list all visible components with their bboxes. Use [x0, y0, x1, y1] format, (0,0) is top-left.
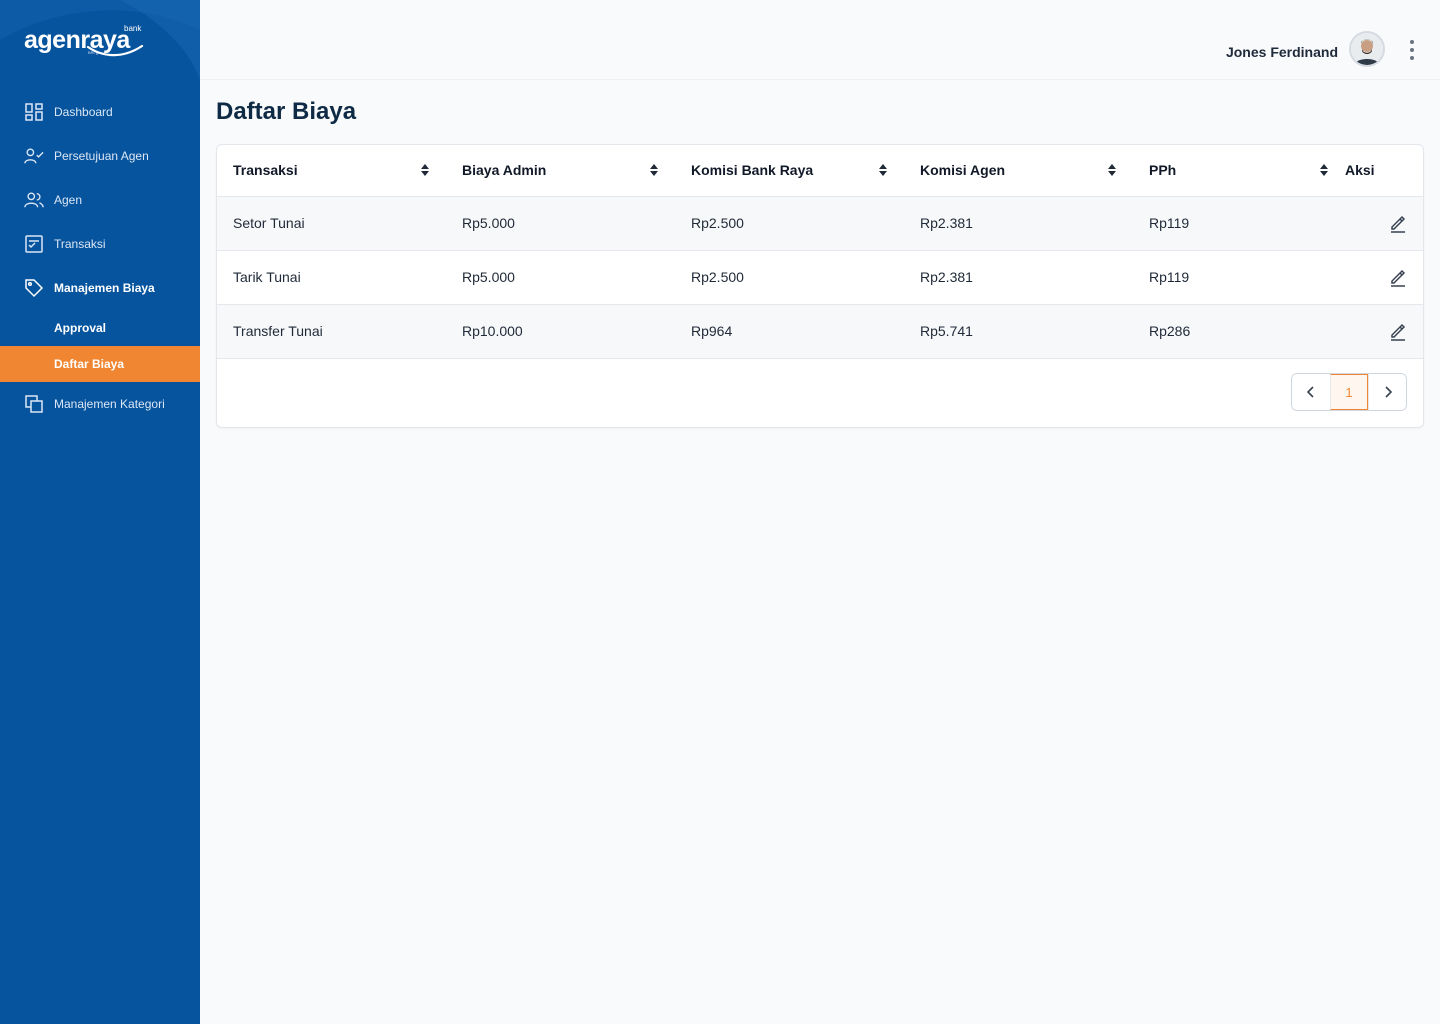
- cell-aksi: [1345, 196, 1423, 251]
- page-title: Daftar Biaya: [216, 98, 357, 125]
- more-options-icon[interactable]: [1400, 36, 1424, 64]
- user-avatar-icon: [1351, 33, 1383, 65]
- cell-komisi-bank-raya: Rp2.500: [675, 250, 904, 305]
- cell-pph: Rp286: [1133, 304, 1345, 359]
- sidebar-item-dashboard[interactable]: Dashboard: [0, 94, 200, 130]
- brand-logo[interactable]: agenraya bank BRI group: [24, 24, 154, 66]
- cell-komisi-bank-raya: Rp2.500: [675, 196, 904, 251]
- cell-biaya-admin: Rp5.000: [446, 250, 675, 305]
- tag-icon: [24, 278, 44, 298]
- table-row: Setor Tunai Rp5.000 Rp2.500 Rp2.381 Rp11…: [217, 196, 1423, 251]
- avatar[interactable]: [1349, 31, 1385, 67]
- sidebar-item-persetujuan-agen[interactable]: Persetujuan Agen: [0, 138, 200, 174]
- cell-pph: Rp119: [1133, 250, 1345, 305]
- fee-table-card: Transaksi Biaya Admin Komisi Bank Raya K…: [216, 144, 1424, 428]
- prev-page-button[interactable]: [1292, 374, 1330, 410]
- cell-komisi-bank-raya: Rp964: [675, 304, 904, 359]
- column-header-transaksi[interactable]: Transaksi: [217, 145, 446, 197]
- user-check-icon: [24, 146, 44, 166]
- dashboard-icon: [24, 102, 44, 122]
- sidebar-item-manajemen-biaya[interactable]: Manajemen Biaya: [0, 270, 200, 306]
- brand-tag: bank: [124, 24, 142, 33]
- column-header-biaya-admin[interactable]: Biaya Admin: [446, 145, 675, 197]
- column-header-komisi-agen[interactable]: Komisi Agen: [904, 145, 1133, 197]
- column-header-aksi: Aksi: [1345, 145, 1423, 197]
- cell-aksi: [1345, 250, 1423, 305]
- cell-transaksi: Tarik Tunai: [217, 250, 446, 305]
- pagination: 1: [1291, 373, 1407, 411]
- column-header-pph[interactable]: PPh: [1133, 145, 1345, 197]
- edit-icon[interactable]: [1386, 265, 1410, 289]
- sidebar-item-label: Daftar Biaya: [54, 357, 125, 371]
- edit-icon[interactable]: [1386, 319, 1410, 343]
- table-header-row: Transaksi Biaya Admin Komisi Bank Raya K…: [217, 145, 1423, 197]
- sidebar-item-label: Transaksi: [54, 237, 106, 251]
- cell-biaya-admin: Rp10.000: [446, 304, 675, 359]
- sidebar-subitem-daftar-biaya[interactable]: Daftar Biaya: [4, 346, 200, 382]
- cell-komisi-agen: Rp5.741: [904, 304, 1133, 359]
- page-number-button[interactable]: 1: [1330, 374, 1368, 410]
- receipt-icon: [24, 234, 44, 254]
- table-row: Transfer Tunai Rp10.000 Rp964 Rp5.741 Rp…: [217, 304, 1423, 359]
- sidebar: agenraya bank BRI group Dashboard Perset…: [0, 0, 200, 1024]
- copy-icon: [24, 394, 44, 414]
- user-name: Jones Ferdinand: [1225, 44, 1338, 60]
- sidebar-item-label: Approval: [54, 321, 107, 335]
- users-icon: [24, 190, 44, 210]
- cell-transaksi: Transfer Tunai: [217, 304, 446, 359]
- cell-komisi-agen: Rp2.381: [904, 250, 1133, 305]
- sidebar-item-label: Manajemen Kategori: [54, 397, 165, 411]
- fee-table: Transaksi Biaya Admin Komisi Bank Raya K…: [217, 145, 1423, 359]
- top-header: Jones Ferdinand: [200, 0, 1440, 80]
- sort-icon[interactable]: [1107, 163, 1117, 177]
- sidebar-item-transaksi[interactable]: Transaksi: [0, 226, 200, 262]
- cell-komisi-agen: Rp2.381: [904, 196, 1133, 251]
- sort-icon[interactable]: [878, 163, 888, 177]
- next-page-button[interactable]: [1368, 374, 1406, 410]
- sort-icon[interactable]: [649, 163, 659, 177]
- column-header-komisi-bank-raya[interactable]: Komisi Bank Raya: [675, 145, 904, 197]
- sidebar-item-agen[interactable]: Agen: [0, 182, 200, 218]
- sidebar-subitem-approval[interactable]: Approval: [0, 310, 200, 346]
- cell-transaksi: Setor Tunai: [217, 196, 446, 251]
- sidebar-item-label: Persetujuan Agen: [54, 149, 149, 163]
- sort-icon[interactable]: [420, 163, 430, 177]
- cell-aksi: [1345, 304, 1423, 359]
- chevron-left-icon: [1306, 386, 1314, 398]
- smile-logo-icon: [86, 44, 144, 57]
- table-row: Tarik Tunai Rp5.000 Rp2.500 Rp2.381 Rp11…: [217, 250, 1423, 305]
- sidebar-item-label: Manajemen Biaya: [54, 281, 155, 295]
- sidebar-item-label: Agen: [54, 193, 83, 207]
- sort-icon[interactable]: [1319, 163, 1329, 177]
- sidebar-item-label: Dashboard: [54, 105, 113, 119]
- cell-biaya-admin: Rp5.000: [446, 196, 675, 251]
- edit-icon[interactable]: [1386, 211, 1410, 235]
- chevron-right-icon: [1384, 386, 1392, 398]
- cell-pph: Rp119: [1133, 196, 1345, 251]
- sidebar-item-manajemen-kategori[interactable]: Manajemen Kategori: [0, 386, 200, 422]
